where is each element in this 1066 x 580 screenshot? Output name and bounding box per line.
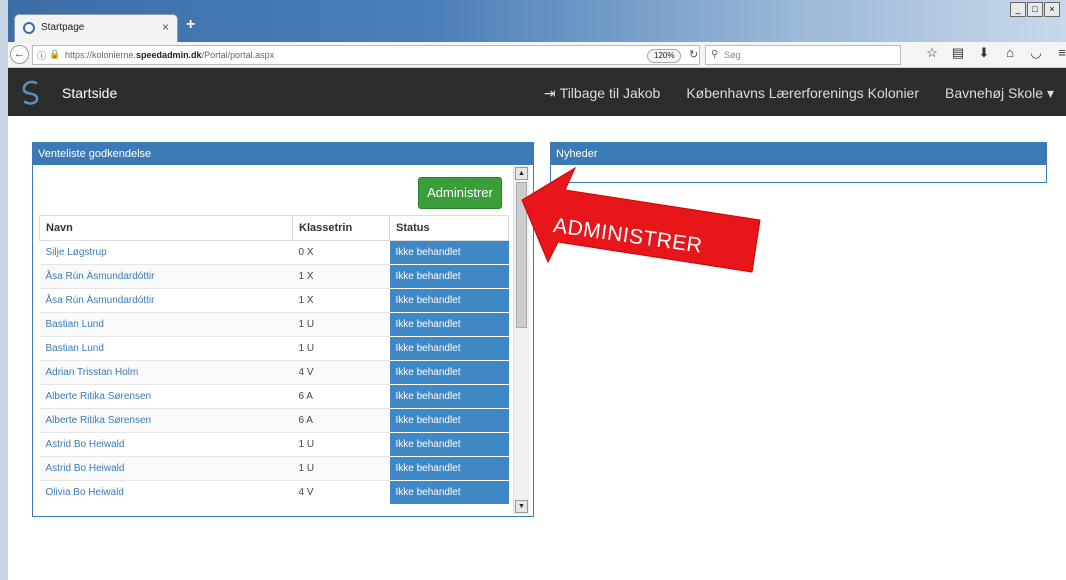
back-arrow-icon[interactable]: ←	[10, 45, 29, 64]
column-header-navn[interactable]: Navn	[39, 215, 293, 241]
scroll-down-icon[interactable]: ▼	[515, 500, 528, 513]
browser-tab[interactable]: Startpage ×	[14, 14, 178, 42]
chevron-down-icon: ▾	[1046, 85, 1054, 101]
toolbar-icons: ☆ ▤ ⬇ ⌂ ◡ ≡	[921, 45, 1066, 61]
app-navbar: Startside ⇥ Tilbage til Jakob Københavns …	[8, 68, 1066, 116]
row-name-link[interactable]: Astrid Bo Heiwald	[39, 456, 293, 481]
venteliste-table: Navn Klassetrin Status Silje Løgstrup 0 X…	[39, 215, 509, 504]
minimize-icon[interactable]: _	[1010, 2, 1026, 17]
url-prefix: https://kolonierne.	[65, 50, 137, 60]
row-name-link[interactable]: Bastian Lund	[39, 336, 293, 361]
school-label: Bavnehøj Skole	[945, 85, 1044, 101]
table-row[interactable]: Bastian Lund 1 U Ikke behandlet	[39, 312, 509, 337]
nav-school-dropdown[interactable]: Bavnehøj Skole ▾	[945, 85, 1054, 102]
table-row[interactable]: Alberte Ritika Sørensen 6 A Ikke behandlet	[39, 408, 509, 433]
row-grade: 1 X	[292, 264, 390, 289]
brand-startside[interactable]: Startside	[62, 85, 117, 101]
sign-in-icon: ⇥	[543, 85, 556, 101]
row-name-link[interactable]: Astrid Bo Heiwald	[39, 432, 293, 457]
table-row[interactable]: Astrid Bo Heiwald 1 U Ikke behandlet	[39, 432, 509, 457]
column-header-status[interactable]: Status	[389, 215, 509, 241]
download-icon[interactable]: ⬇	[973, 45, 995, 61]
row-status: Ikke behandlet	[389, 408, 509, 433]
nav-org-link[interactable]: Københavns Lærerforenings Kolonier	[686, 85, 919, 102]
row-status: Ikke behandlet	[389, 264, 509, 289]
url-domain: speedadmin.dk	[136, 50, 202, 60]
table-row[interactable]: Olivia Bo Heiwald 4 V Ikke behandlet	[39, 480, 509, 504]
speedadmin-logo-icon[interactable]	[20, 79, 42, 105]
nav-right: ⇥ Tilbage til Jakob Københavns Lærerforen…	[544, 85, 1054, 102]
window-frame-left	[0, 0, 8, 580]
browser-window: Startpage × + _ □ × ← ⓘ 🔒 https://koloni…	[8, 0, 1066, 580]
new-tab-icon[interactable]: +	[186, 16, 195, 34]
url-bar[interactable]: ⓘ 🔒 https://kolonierne.speedadmin.dk/Por…	[32, 45, 700, 65]
row-status: Ikke behandlet	[389, 240, 509, 265]
tab-close-icon[interactable]: ×	[162, 20, 169, 34]
reading-list-icon[interactable]: ▤	[947, 45, 969, 61]
column-header-klassetrin[interactable]: Klassetrin	[292, 215, 390, 241]
table-row[interactable]: Astrid Bo Heiwald 1 U Ikke behandlet	[39, 456, 509, 481]
table-row[interactable]: Alberte Ritika Sørensen 6 A Ikke behandlet	[39, 384, 509, 409]
search-placeholder: Søg	[724, 50, 741, 60]
table-row[interactable]: Adrian Trisstan Holm 4 V Ikke behandlet	[39, 360, 509, 385]
row-grade: 1 U	[292, 432, 390, 457]
info-icon[interactable]: ⓘ	[37, 49, 46, 62]
table-row[interactable]: Åsa Rún Àsmundardóttir 1 X Ikke behandlet	[39, 288, 509, 313]
row-status: Ikke behandlet	[389, 360, 509, 385]
row-name-link[interactable]: Adrian Trisstan Holm	[39, 360, 293, 385]
row-status: Ikke behandlet	[389, 384, 509, 409]
maximize-icon[interactable]: □	[1027, 2, 1043, 17]
administrer-button[interactable]: Administrer	[418, 177, 502, 209]
row-status: Ikke behandlet	[389, 456, 509, 481]
row-grade: 4 V	[292, 360, 390, 385]
table-row[interactable]: Silje Løgstrup 0 X Ikke behandlet	[39, 240, 509, 265]
row-status: Ikke behandlet	[389, 480, 509, 504]
browser-titlebar: Startpage × + _ □ ×	[8, 0, 1066, 42]
nav-back-link[interactable]: ⇥ Tilbage til Jakob	[544, 85, 660, 102]
row-grade: 1 U	[292, 312, 390, 337]
row-name-link[interactable]: Alberte Ritika Sørensen	[39, 408, 293, 433]
row-name-link[interactable]: Alberte Ritika Sørensen	[39, 384, 293, 409]
row-name-link[interactable]: Silje Løgstrup	[39, 240, 293, 265]
row-grade: 6 A	[292, 384, 390, 409]
search-icon: ⚲	[711, 49, 719, 60]
row-status: Ikke behandlet	[389, 312, 509, 337]
row-name-link[interactable]: Åsa Rún Àsmundardóttir	[39, 288, 293, 313]
menu-icon[interactable]: ≡	[1051, 45, 1066, 61]
zoom-level[interactable]: 120%	[647, 49, 682, 63]
row-name-link[interactable]: Bastian Lund	[39, 312, 293, 337]
bookmark-star-icon[interactable]: ☆	[921, 45, 943, 61]
nav-back-label: Tilbage til Jakob	[559, 85, 661, 101]
row-grade: 4 V	[292, 480, 390, 504]
lock-icon: 🔒	[49, 49, 61, 59]
row-status: Ikke behandlet	[389, 432, 509, 457]
window-controls: _ □ ×	[1009, 2, 1060, 17]
table-row[interactable]: Bastian Lund 1 U Ikke behandlet	[39, 336, 509, 361]
tab-title: Startpage	[41, 22, 85, 33]
row-grade: 0 X	[292, 240, 390, 265]
browser-toolbar: ← ⓘ 🔒 https://kolonierne.speedadmin.dk/P…	[8, 42, 1066, 68]
row-grade: 1 U	[292, 336, 390, 361]
row-grade: 1 U	[292, 456, 390, 481]
url-text: https://kolonierne.speedadmin.dk/Portal/…	[65, 50, 274, 60]
search-input[interactable]: ⚲ Søg	[705, 45, 901, 65]
row-name-link[interactable]: Olivia Bo Heiwald	[39, 480, 293, 504]
row-grade: 6 A	[292, 408, 390, 433]
row-grade: 1 X	[292, 288, 390, 313]
row-status: Ikke behandlet	[389, 288, 509, 313]
home-icon[interactable]: ⌂	[999, 45, 1021, 61]
row-name-link[interactable]: Åsa Rún Àsmundardóttir	[39, 264, 293, 289]
pocket-icon[interactable]: ◡	[1025, 45, 1047, 61]
table-row[interactable]: Åsa Rún Àsmundardóttir 1 X Ikke behandlet	[39, 264, 509, 289]
venteliste-table-body: Silje Løgstrup 0 X Ikke behandlet Åsa Rún À…	[39, 240, 509, 504]
venteliste-scroll-area: Administrer Navn Klassetrin Status Silje…	[33, 143, 511, 515]
row-status: Ikke behandlet	[389, 336, 509, 361]
site-favicon-icon	[23, 22, 35, 34]
venteliste-panel: Venteliste godkendelse Administrer Navn …	[32, 142, 534, 517]
close-window-icon[interactable]: ×	[1044, 2, 1060, 17]
url-path: /Portal/portal.aspx	[201, 50, 275, 60]
reload-icon[interactable]: ↻	[689, 48, 698, 61]
